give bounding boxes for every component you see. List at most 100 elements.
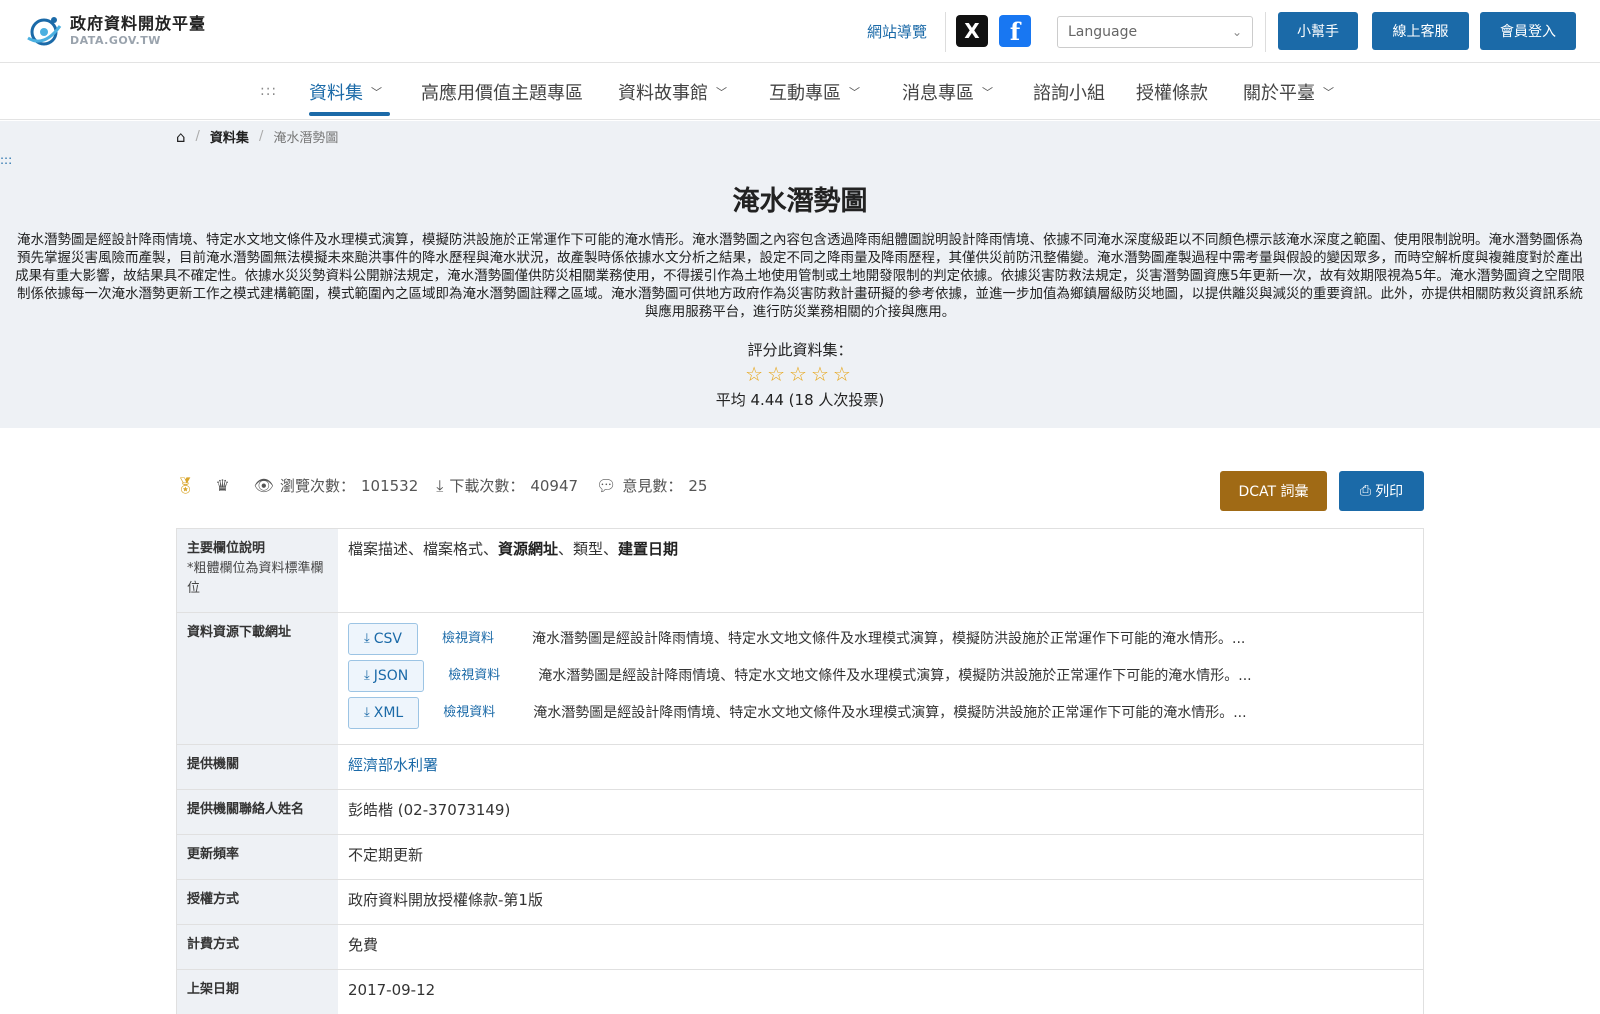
table-row: 主要欄位說明 *粗體欄位為資料標準欄位 檔案描述、檔案格式、資源網址、類型、建置… xyxy=(176,529,1424,613)
fields-part-bold: 資源網址 xyxy=(498,540,559,558)
resource-item: ⤓ JSON 檢視資料 淹水潛勢圖是經設計降雨情境、特定水文地文條件及水理模式演算… xyxy=(348,660,1413,692)
table-row: 計費方式 免費 xyxy=(176,925,1424,970)
chevron-down-icon: ﹀ xyxy=(371,86,382,99)
header-divider xyxy=(1265,12,1266,52)
sitemap-link[interactable]: 網站導覽 xyxy=(867,21,927,42)
row-header: 授權方式 xyxy=(177,880,338,924)
row-value: 免費 xyxy=(348,936,379,954)
table-row: 提供機關聯絡人姓名 彭皓楷 (02-37073149) xyxy=(176,790,1424,835)
row-header: 提供機關 xyxy=(177,745,338,789)
chevron-down-icon: ﹀ xyxy=(716,86,727,99)
view-data-link[interactable]: 檢視資料 xyxy=(442,629,508,649)
comments-stat: 💬︎ 意見數： 25 xyxy=(596,475,707,496)
resource-description: 淹水潛勢圖是經設計降雨情境、特定水文地文條件及水理模式演算，模擬防洪設施於正常運… xyxy=(533,705,1247,721)
row-value: 政府資料開放授權條款-第1版 xyxy=(348,891,543,909)
nav-item-label: 消息專區 xyxy=(902,83,974,104)
provider-link[interactable]: 經濟部水利署 xyxy=(348,756,438,774)
fields-part-bold: 建置日期 xyxy=(618,540,679,558)
nav-item-label: 互動專區 xyxy=(769,83,841,104)
chevron-down-icon: ⌄ xyxy=(1231,25,1242,39)
resource-item: ⤓ XML 檢視資料 淹水潛勢圖是經設計降雨情境、特定水文地文條件及水理模式演算，… xyxy=(348,697,1413,729)
table-row: 上架日期 2017-09-12 xyxy=(176,970,1424,1014)
nav-item-about[interactable]: 關於平臺 ﹀ xyxy=(1243,79,1334,105)
dataset-stats: 🏅︎ ♛ 👁︎ 瀏覽次數： 101532 ⤓ 下載次數： 40947 💬︎ 意見… xyxy=(175,475,707,496)
breadcrumb: ⌂ / 資料集 / 淹水潛勢圖 xyxy=(176,127,339,147)
row-header: 提供機關聯絡人姓名 xyxy=(177,790,338,834)
download-icon: ⤓ xyxy=(364,668,370,683)
nav-item-label: 諮詢小組 xyxy=(1033,83,1105,104)
award-badge-icon: 🏅︎ xyxy=(175,476,196,495)
row-value: 2017-09-12 xyxy=(348,981,436,999)
breadcrumb-current: 淹水潛勢圖 xyxy=(273,131,339,146)
rating-label: 評分此資料集： xyxy=(747,341,853,359)
nav-item-label: 高應用價值主題專區 xyxy=(421,83,583,104)
print-label: 列印 xyxy=(1375,484,1404,500)
rating-stars[interactable]: ☆☆☆☆☆ xyxy=(0,362,1600,386)
download-json-button[interactable]: ⤓ JSON xyxy=(348,660,425,692)
view-data-link[interactable]: 檢視資料 xyxy=(443,703,509,723)
row-value: 彭皓楷 (02-37073149) xyxy=(348,801,511,819)
site-logo[interactable]: 政府資料開放平臺 DATA.GOV.TW xyxy=(24,12,206,50)
nav-item-stories[interactable]: 資料故事館 ﹀ xyxy=(618,79,727,105)
views-label: 瀏覽次數： xyxy=(279,477,355,495)
language-select-value: Language xyxy=(1068,24,1138,40)
download-xml-button[interactable]: ⤓ XML xyxy=(348,697,420,729)
nav-item-news[interactable]: 消息專區 ﹀ xyxy=(902,79,993,105)
download-icon: ⤓ xyxy=(436,475,444,495)
logo-subtitle: DATA.GOV.TW xyxy=(70,34,161,47)
helper-button[interactable]: 小幫手 xyxy=(1278,12,1358,50)
member-login-button[interactable]: 會員登入 xyxy=(1480,12,1576,50)
dataset-description: 淹水潛勢圖是經設計降雨情境、特定水文地文條件及水理模式演算，模擬防洪設施於正常運… xyxy=(15,232,1585,320)
page-title: 淹水潛勢圖 xyxy=(732,186,868,217)
breadcrumb-datasets[interactable]: 資料集 xyxy=(210,127,249,146)
fields-note: *粗體欄位為資料標準欄位 xyxy=(187,561,324,596)
accesskey-dots[interactable]: ::: xyxy=(0,153,12,167)
views-stat: 👁︎ 瀏覽次數： 101532 xyxy=(254,475,419,496)
fields-label: 主要欄位說明 xyxy=(187,541,266,556)
printer-icon: ⎙ xyxy=(1359,483,1372,499)
header-divider xyxy=(945,12,946,52)
online-service-button[interactable]: 線上客服 xyxy=(1372,12,1469,50)
home-icon[interactable]: ⌂ xyxy=(176,128,186,146)
nav-active-indicator xyxy=(309,112,390,116)
crown-icon: ♛ xyxy=(215,476,230,495)
nav-item-high-value[interactable]: 高應用價值主題專區 xyxy=(421,79,583,105)
dcat-button[interactable]: DCAT 詞彙 xyxy=(1220,471,1327,511)
logo-icon xyxy=(27,17,62,46)
table-row: 資料資源下載網址 ⤓ CSV 檢視資料 淹水潛勢圖是經設計降雨情境、特定水文地文條… xyxy=(176,613,1424,745)
nav-item-interactive[interactable]: 互動專區 ﹀ xyxy=(769,79,860,105)
comments-count: 25 xyxy=(688,476,708,495)
eye-icon: 👁︎ xyxy=(253,476,274,495)
nav-item-advisory[interactable]: 諮詢小組 xyxy=(1033,79,1105,105)
nav-item-label: 資料故事館 xyxy=(618,83,708,104)
accesskey-dots[interactable]: ::: xyxy=(260,83,277,99)
comments-icon: 💬︎ xyxy=(596,476,617,495)
main-nav: ::: 資料集 ﹀ 高應用價值主題專區 資料故事館 ﹀ 互動專區 ﹀ 消息專區 ﹀ 諮詢… xyxy=(0,63,1600,120)
resource-format: XML xyxy=(373,705,404,721)
resource-format: CSV xyxy=(373,631,402,647)
table-row: 更新頻率 不定期更新 xyxy=(176,835,1424,880)
print-button[interactable]: ⎙ 列印 xyxy=(1339,471,1424,511)
comments-label: 意見數： xyxy=(622,477,683,495)
nav-item-license[interactable]: 授權條款 xyxy=(1136,79,1208,105)
nav-item-datasets[interactable]: 資料集 ﹀ xyxy=(309,79,382,105)
breadcrumb-separator: / xyxy=(258,129,264,144)
table-row: 提供機關 經濟部水利署 xyxy=(176,745,1424,790)
x-twitter-icon[interactable]: X xyxy=(956,15,988,47)
site-header: 政府資料開放平臺 DATA.GOV.TW 網站導覽 X f Language ⌄… xyxy=(0,0,1600,63)
downloads-count: 40947 xyxy=(530,476,579,495)
resource-format: JSON xyxy=(373,668,409,684)
download-csv-button[interactable]: ⤓ CSV xyxy=(348,623,418,655)
fields-part: 檔案描述、檔案格式、 xyxy=(348,540,499,558)
chevron-down-icon: ﹀ xyxy=(1323,86,1334,99)
downloads-label: 下載次數： xyxy=(449,477,525,495)
resource-description: 淹水潛勢圖是經設計降雨情境、特定水文地文條件及水理模式演算，模擬防洪設施於正常運… xyxy=(538,668,1252,684)
language-select[interactable]: Language ⌄ xyxy=(1057,16,1253,48)
table-row: 授權方式 政府資料開放授權條款-第1版 xyxy=(176,880,1424,925)
row-header: 主要欄位說明 *粗體欄位為資料標準欄位 xyxy=(177,529,338,612)
view-data-link[interactable]: 檢視資料 xyxy=(448,666,514,686)
rating-average: 平均 4.44 (18 人次投票) xyxy=(715,391,885,409)
facebook-icon[interactable]: f xyxy=(999,15,1031,47)
row-header: 資料資源下載網址 xyxy=(177,613,338,744)
nav-item-label: 關於平臺 xyxy=(1243,83,1315,104)
